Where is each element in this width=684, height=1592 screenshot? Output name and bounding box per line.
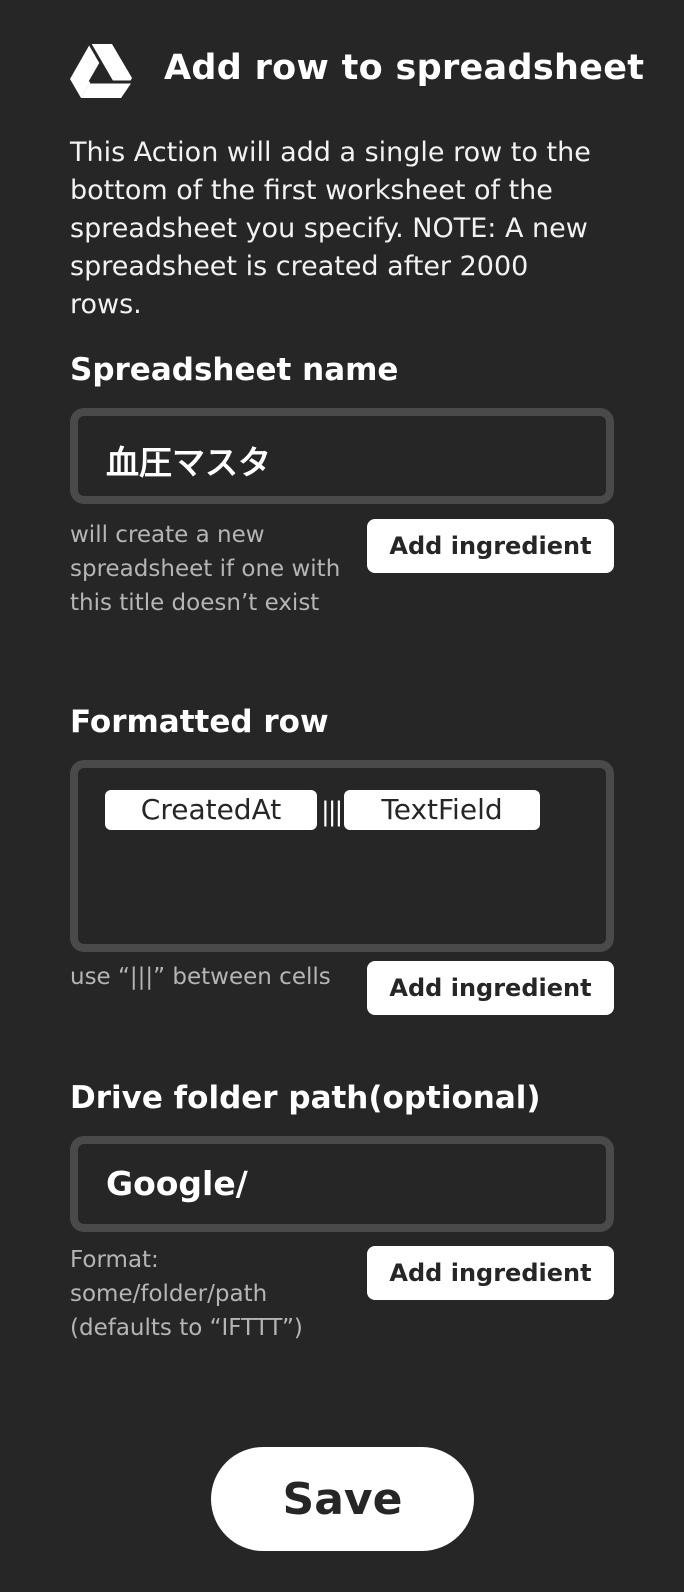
ingredient-pill-createdat[interactable]: CreatedAt [105, 790, 317, 830]
header: Add row to spreadsheet [70, 40, 644, 100]
drive-folder-label: Drive folder path(optional) [70, 1080, 541, 1116]
spreadsheet-name-value: 血圧マスタ [106, 443, 271, 482]
spreadsheet-name-field[interactable]: 血圧マスタ [70, 408, 614, 504]
cell-separator: ||| [321, 797, 343, 827]
formatted-row-help: use “|||” between cells [70, 964, 331, 990]
drive-folder-help: Format: some/folder/path (defaults to “I… [70, 1247, 303, 1341]
drive-folder-add-ingredient-button[interactable]: Add ingredient [367, 1246, 614, 1300]
formatted-row-label: Formatted row [70, 704, 329, 740]
drive-folder-value: Google/ [106, 1164, 248, 1203]
spreadsheet-name-help: will create a new spreadsheet if one wit… [70, 522, 341, 616]
spreadsheet-name-label: Spreadsheet name [70, 352, 399, 388]
google-drive-icon [70, 44, 132, 98]
ingredient-pill-textfield[interactable]: TextField [344, 790, 540, 830]
formatted-row-field[interactable]: CreatedAt ||| TextField [70, 760, 614, 952]
formatted-row-add-ingredient-button[interactable]: Add ingredient [367, 961, 614, 1015]
drive-folder-field[interactable]: Google/ [70, 1136, 614, 1232]
spreadsheet-name-add-ingredient-button[interactable]: Add ingredient [367, 519, 614, 573]
save-button[interactable]: Save [211, 1447, 474, 1551]
action-description: This Action will add a single row to the… [70, 137, 591, 320]
page-title: Add row to spreadsheet [164, 48, 645, 88]
